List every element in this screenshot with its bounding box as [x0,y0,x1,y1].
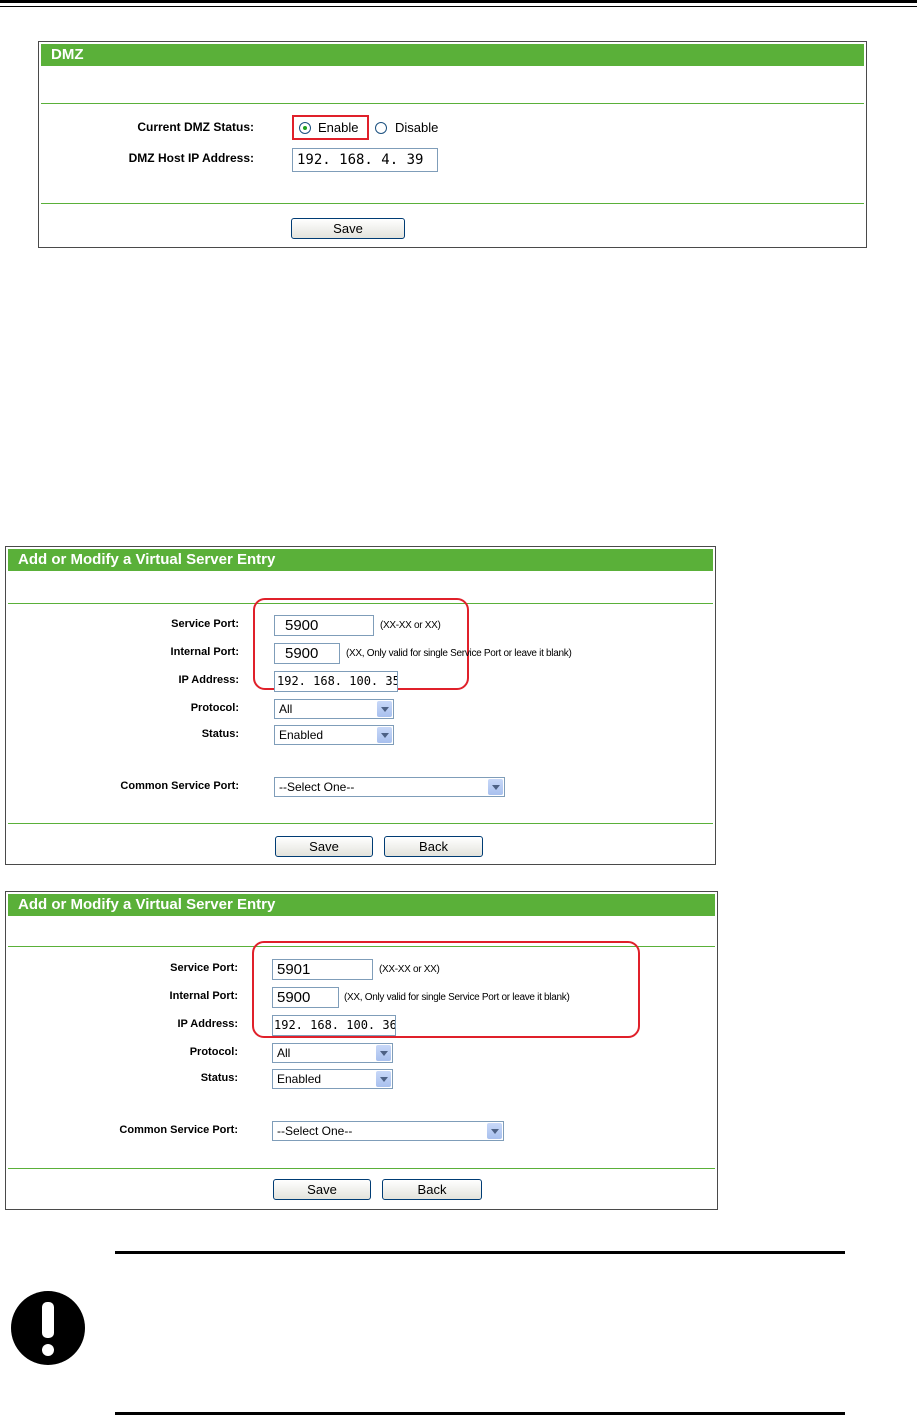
vs2-status-value: Enabled [277,1072,322,1086]
divider [8,823,713,824]
top-rule [0,0,917,3]
vs1-status-value: Enabled [279,728,324,742]
vs1-status-select[interactable]: Enabled [274,725,394,745]
enable-radio[interactable] [299,122,311,134]
vs1-service-port-label: Service Port: [171,618,239,630]
dmz-host-label: DMZ Host IP Address: [128,151,254,165]
vs2-internal-port-hint: (XX, Only valid for single Service Port … [344,992,570,1003]
vs1-status-label: Status: [201,728,239,740]
vs1-common-port-label: Common Service Port: [120,780,239,792]
vs2-ip-label: IP Address: [177,1018,238,1030]
divider [8,1168,715,1169]
vs2-common-port-select[interactable]: --Select One-- [272,1121,504,1141]
chevron-down-icon[interactable] [376,1071,391,1087]
enable-label[interactable]: Enable [318,120,358,135]
exclamation-icon [11,1291,85,1365]
vs1-internal-port-input[interactable]: 5900 [274,643,340,664]
dmz-save-button[interactable]: Save [291,218,405,239]
vs2-status-select[interactable]: Enabled [272,1069,393,1089]
vs2-title: Add or Modify a Virtual Server Entry [8,894,715,916]
vs1-internal-port-label: Internal Port: [170,646,239,658]
divider [41,103,864,104]
dmz-panel: DMZ Current DMZ Status: Enable Disable D… [38,41,867,248]
vs1-back-button[interactable]: Back [384,836,483,857]
vs2-service-port-label: Service Port: [170,962,238,974]
dmz-title: DMZ [41,44,864,66]
disable-label[interactable]: Disable [395,120,438,135]
vs2-common-port-value: --Select One-- [277,1124,353,1138]
vs2-ip-input[interactable]: 192. 168. 100. 36 [272,1015,396,1036]
top-rule-thin [0,6,917,7]
chevron-down-icon[interactable] [487,1123,502,1139]
vs1-ip-label: IP Address: [178,674,239,686]
vs2-back-button[interactable]: Back [382,1179,482,1200]
vs2-common-port-label: Common Service Port: [119,1124,238,1136]
disable-radio[interactable] [375,122,387,134]
virtual-server-panel-2: Add or Modify a Virtual Server Entry Ser… [5,891,718,1210]
vs1-internal-port-hint: (XX, Only valid for single Service Port … [346,648,572,659]
chevron-down-icon[interactable] [377,727,392,743]
divider [41,203,864,204]
dmz-status-label: Current DMZ Status: [137,120,254,134]
vs2-service-port-input[interactable]: 5901 [272,959,373,980]
chevron-down-icon[interactable] [488,779,503,795]
vs2-internal-port-input[interactable]: 5900 [272,987,339,1008]
vs2-internal-port-label: Internal Port: [169,990,238,1002]
vs1-protocol-value: All [279,702,293,716]
vs2-protocol-label: Protocol: [189,1046,238,1058]
vs1-protocol-select[interactable]: All [274,699,394,719]
chevron-down-icon[interactable] [376,1045,391,1061]
virtual-server-panel-1: Add or Modify a Virtual Server Entry Ser… [5,546,716,865]
notice-bottom-rule [115,1412,845,1415]
vs2-protocol-select[interactable]: All [272,1043,393,1063]
chevron-down-icon[interactable] [377,701,392,717]
vs2-protocol-value: All [277,1046,291,1060]
vs2-save-button[interactable]: Save [273,1179,371,1200]
vs1-service-port-hint: (XX-XX or XX) [380,620,441,631]
vs1-ip-input[interactable]: 192. 168. 100. 35 [274,671,398,692]
vs1-common-port-select[interactable]: --Select One-- [274,777,505,797]
vs1-service-port-input[interactable]: 5900 [274,615,374,636]
vs1-save-button[interactable]: Save [275,836,373,857]
vs1-protocol-label: Protocol: [190,702,239,714]
vs2-status-label: Status: [200,1072,238,1084]
vs1-common-port-value: --Select One-- [279,780,355,794]
dmz-host-input[interactable]: 192. 168. 4. 39 [292,148,438,172]
vs1-title: Add or Modify a Virtual Server Entry [8,549,713,571]
vs2-service-port-hint: (XX-XX or XX) [379,964,440,975]
notice-top-rule [115,1251,845,1254]
